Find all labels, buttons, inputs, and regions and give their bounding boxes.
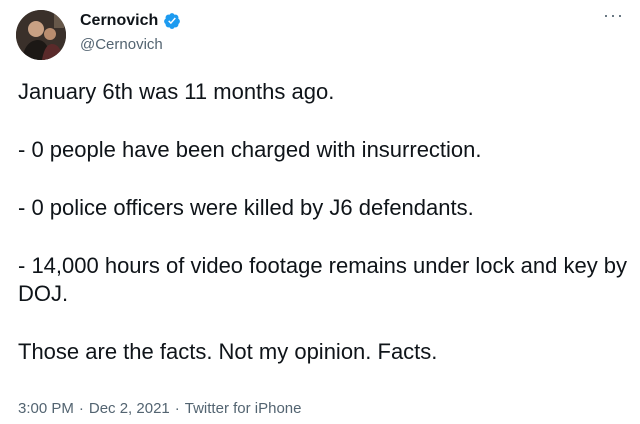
tweet-card: Cernovich @Cernovich ··· January 6th was… (0, 0, 640, 424)
tweet-line: - 0 people have been charged with insurr… (18, 137, 482, 162)
author-handle[interactable]: @Cernovich (80, 36, 163, 53)
verified-badge-icon (163, 12, 181, 30)
tweet-metadata: 3:00 PM · Dec 2, 2021 · Twitter for iPho… (18, 400, 301, 417)
tweet-line: - 0 police officers were killed by J6 de… (18, 195, 474, 220)
tweet-line: - 14,000 hours of video footage remains … (18, 253, 628, 306)
author-name-row: Cernovich (80, 12, 181, 30)
tweet-source[interactable]: Twitter for iPhone (185, 400, 302, 417)
more-options-icon[interactable]: ··· (603, 6, 624, 24)
avatar-photo-icon (16, 10, 66, 60)
avatar[interactable] (16, 10, 66, 60)
meta-separator: · (78, 400, 84, 417)
tweet-text: January 6th was 11 months ago. - 0 peopl… (18, 78, 628, 366)
author-display-name[interactable]: Cernovich (80, 12, 158, 30)
meta-separator: · (174, 400, 180, 417)
tweet-time[interactable]: 3:00 PM (18, 400, 74, 417)
tweet-date[interactable]: Dec 2, 2021 (89, 400, 170, 417)
tweet-line: Those are the facts. Not my opinion. Fac… (18, 339, 438, 364)
tweet-line: January 6th was 11 months ago. (18, 79, 335, 104)
